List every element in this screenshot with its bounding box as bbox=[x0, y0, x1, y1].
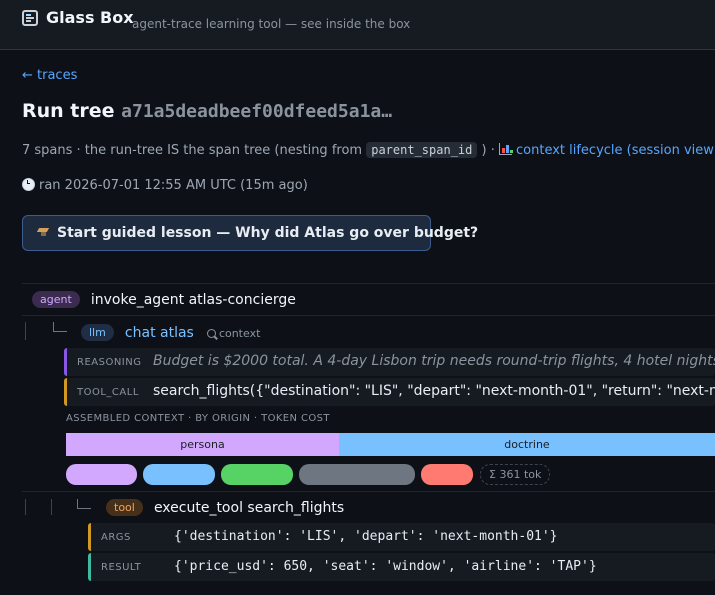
context-link[interactable]: context bbox=[206, 327, 260, 340]
context-chip-persona[interactable] bbox=[66, 464, 137, 485]
span-tree: agent invoke_agent atlas-concierge llm c… bbox=[22, 283, 715, 595]
context-title: ASSEMBLED CONTEXT · BY ORIGIN · TOKEN CO… bbox=[66, 413, 330, 424]
tree-elbow bbox=[77, 499, 91, 509]
app-name[interactable]: Glass Box bbox=[46, 8, 134, 27]
toolcall-value: search_flights({"destination": "LIS", "d… bbox=[153, 383, 715, 399]
args-block: ARGS {'destination': 'LIS', 'depart': 'n… bbox=[88, 523, 715, 551]
reasoning-value: Budget is $2000 total. A 4-day Lisbon tr… bbox=[153, 353, 715, 369]
context-chip-history[interactable] bbox=[299, 464, 415, 485]
result-value: {'price_usd': 650, 'seat': 'window', 'ai… bbox=[174, 559, 597, 574]
reasoning-block: REASONING Budget is $2000 total. A 4-day… bbox=[64, 348, 715, 376]
context-chip-user[interactable] bbox=[421, 464, 473, 485]
token-total: Σ 361 tok bbox=[480, 464, 551, 485]
meta-text: 7 spans · the run-tree IS the span tree … bbox=[22, 143, 363, 158]
tool-span-name: execute_tool search_flights bbox=[153, 500, 345, 516]
back-to-traces-link[interactable]: ← traces bbox=[22, 68, 77, 83]
context-segment-doctrine[interactable]: doctrine bbox=[339, 433, 715, 456]
tool-badge: tool bbox=[106, 499, 143, 516]
run-id: a71a5deadbeef00dfeed5a1a… bbox=[121, 101, 393, 122]
span-row-agent[interactable]: agent invoke_agent atlas-concierge bbox=[32, 289, 296, 308]
divider bbox=[22, 491, 715, 492]
args-value: {'destination': 'LIS', 'depart': 'next-m… bbox=[174, 529, 558, 544]
span-row-tool[interactable]: tool execute_tool search_flights bbox=[106, 497, 344, 516]
run-meta: 7 spans · the run-tree IS the span tree … bbox=[22, 142, 715, 158]
agent-span-name: invoke_agent atlas-concierge bbox=[90, 292, 296, 308]
top-bar: Glass Box agent-trace learning tool — se… bbox=[0, 0, 715, 50]
lesson-button-label: Start guided lesson — Why did Atlas go o… bbox=[57, 225, 479, 241]
toolcall-block: TOOL_CALL search_flights({"destination":… bbox=[64, 378, 715, 406]
llm-span-name[interactable]: chat atlas bbox=[125, 325, 194, 341]
context-chip-tools[interactable] bbox=[221, 464, 293, 485]
title-prefix: Run tree bbox=[22, 100, 115, 122]
page-title: Run tree a71a5deadbeef00dfeed5a1a… bbox=[22, 100, 392, 122]
context-segment-persona[interactable]: persona bbox=[66, 433, 339, 456]
meta-separator: ) · bbox=[481, 143, 495, 158]
divider bbox=[22, 315, 715, 316]
magnifier-icon bbox=[206, 329, 216, 338]
chart-icon bbox=[499, 143, 513, 155]
tree-guide bbox=[25, 322, 26, 340]
tree-elbow bbox=[53, 322, 67, 332]
logo-icon bbox=[22, 10, 38, 26]
agent-badge: agent bbox=[32, 291, 80, 308]
result-key: RESULT bbox=[101, 562, 142, 573]
start-guided-lesson-button[interactable]: Start guided lesson — Why did Atlas go o… bbox=[22, 215, 478, 251]
tree-guide bbox=[51, 499, 52, 515]
context-chip-doctrine[interactable] bbox=[143, 464, 215, 485]
args-key: ARGS bbox=[101, 532, 131, 543]
graduation-cap-icon bbox=[37, 227, 51, 237]
tree-guide bbox=[25, 499, 26, 515]
clock-icon bbox=[22, 178, 35, 191]
context-lifecycle-link[interactable]: context lifecycle (session view) bbox=[516, 143, 715, 158]
result-block: RESULT {'price_usd': 650, 'seat': 'windo… bbox=[88, 553, 715, 581]
llm-badge: llm bbox=[81, 324, 114, 341]
app-tagline: agent-trace learning tool — see inside t… bbox=[132, 17, 411, 31]
ran-text: ran 2026-07-01 12:55 AM UTC (15m ago) bbox=[39, 178, 308, 193]
span-row-llm[interactable]: llm chat atlas context bbox=[81, 322, 260, 341]
toolcall-key: TOOL_CALL bbox=[77, 387, 139, 398]
reasoning-key: REASONING bbox=[77, 357, 142, 368]
meta-code: parent_span_id bbox=[366, 142, 478, 158]
run-timestamp: ran 2026-07-01 12:55 AM UTC (15m ago) bbox=[22, 178, 308, 193]
